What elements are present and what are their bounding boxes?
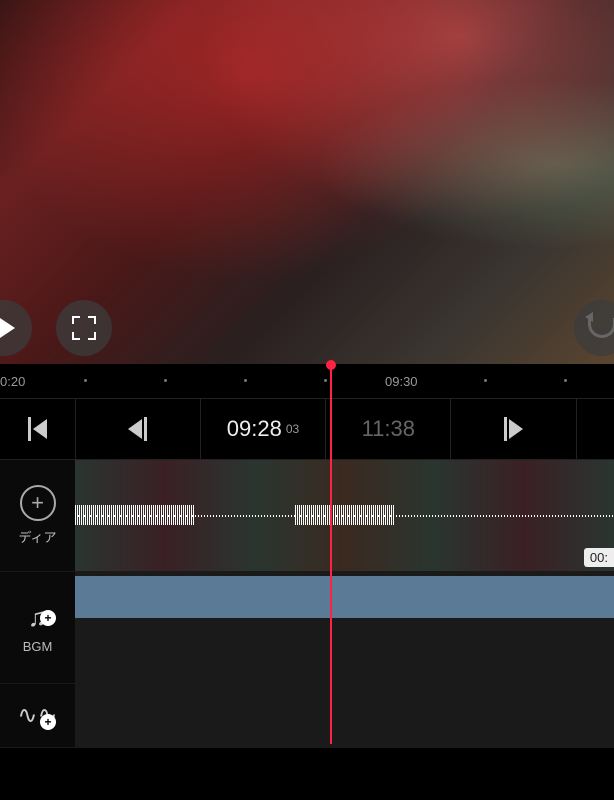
current-time-cell[interactable]: 09:28 03 [201, 399, 326, 459]
total-time-cell: 11:38 [326, 399, 451, 459]
total-time: 11:38 [362, 416, 415, 442]
time-ruler[interactable]: 0:20 09:30 [0, 364, 614, 398]
current-time: 09:28 [227, 416, 282, 442]
fullscreen-icon [72, 316, 96, 340]
clip-end-time: 00: [584, 548, 614, 567]
ruler-tick: 0:20 [0, 374, 25, 389]
add-icon: + [31, 490, 44, 516]
play-button[interactable] [0, 300, 32, 356]
undo-button[interactable] [574, 300, 614, 356]
ruler-dot [244, 379, 247, 382]
media-track-head[interactable]: + ディア [0, 460, 75, 571]
play-icon [0, 316, 15, 340]
media-track-row: + ディア 00: [0, 460, 614, 572]
ruler-dot [84, 379, 87, 382]
next-frame-icon [504, 417, 523, 441]
ruler-dot [564, 379, 567, 382]
next-frame-button[interactable] [451, 399, 576, 459]
fullscreen-button[interactable] [56, 300, 112, 356]
current-frame: 03 [286, 422, 299, 436]
prev-clip-button[interactable] [0, 399, 76, 459]
audio-track-head[interactable]: ∿∿ + [0, 684, 75, 747]
add-audio-badge[interactable]: + [40, 714, 56, 730]
bgm-track-head[interactable]: ♫ + BGM [0, 572, 75, 683]
audio-track-body[interactable] [75, 684, 614, 747]
preview-controls [0, 298, 614, 358]
prev-frame-button[interactable] [76, 399, 201, 459]
video-preview[interactable] [0, 0, 614, 364]
prev-clip-icon [28, 417, 47, 441]
ruler-dot [164, 379, 167, 382]
transport-bar: 09:28 03 11:38 [0, 398, 614, 460]
media-track-label: ディア [18, 527, 56, 546]
clip-waveform [75, 515, 614, 517]
add-bgm-badge[interactable]: + [40, 610, 56, 626]
prev-frame-icon [128, 417, 147, 441]
bgm-track-label: BGM [23, 639, 53, 654]
bgm-track-body[interactable] [75, 572, 614, 683]
ruler-dot [484, 379, 487, 382]
undo-icon [588, 318, 614, 338]
ruler-tick: 09:30 [385, 374, 418, 389]
bgm-track-row: ♫ + BGM [0, 572, 614, 684]
add-media-button[interactable]: + [20, 485, 56, 521]
video-clip[interactable]: 00: [75, 460, 614, 571]
tracks-panel: + ディア 00: ♫ + BGM ∿∿ + [0, 460, 614, 748]
bgm-clip[interactable] [75, 576, 614, 618]
audio-track-row: ∿∿ + [0, 684, 614, 748]
ruler-dot [324, 379, 327, 382]
next-clip-button[interactable] [577, 399, 614, 459]
timeline: 0:20 09:30 09:28 03 11:38 + ディア [0, 364, 614, 748]
media-track-body[interactable]: 00: [75, 460, 614, 571]
